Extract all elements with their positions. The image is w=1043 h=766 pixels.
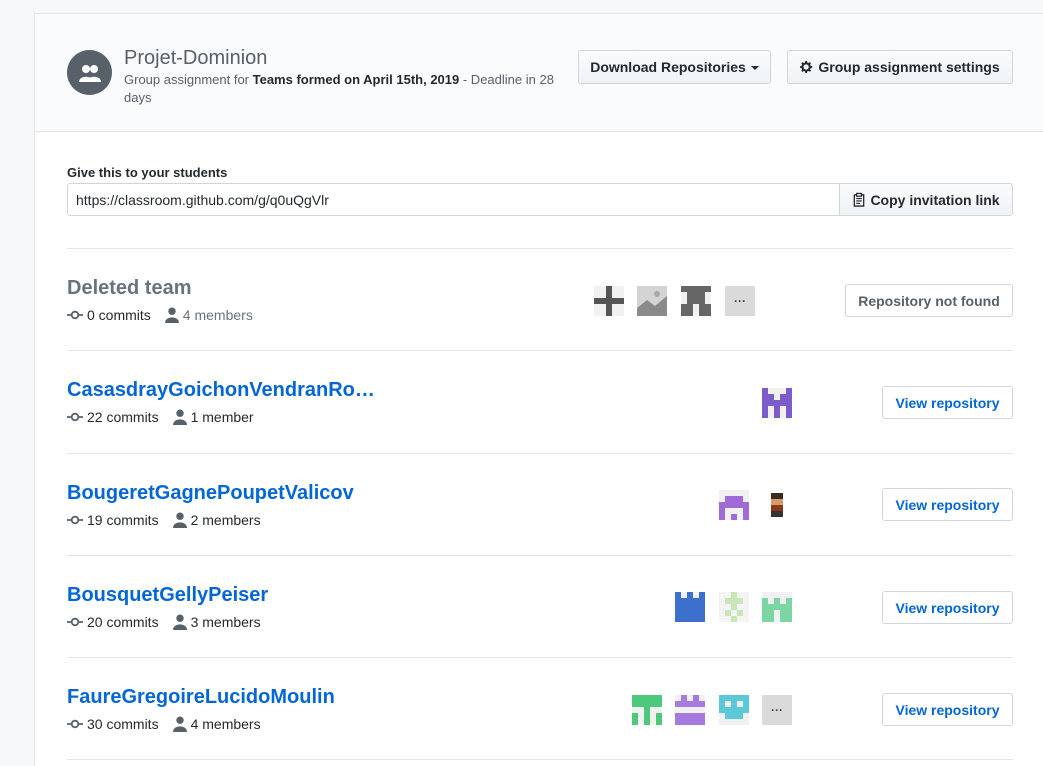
person-icon (172, 512, 187, 528)
member-avatar[interactable] (762, 388, 792, 418)
assignment-panel: Projet-Dominion Group assignment for Tea… (34, 13, 1043, 766)
divider (67, 350, 1013, 351)
member-count: 4 members (190, 716, 261, 732)
caret-down-icon (750, 65, 759, 70)
team-name-link[interactable]: BousquetGellyPeiser (67, 584, 268, 607)
team-meta: 19 commits 2 members (67, 512, 261, 528)
member-avatar[interactable] (681, 286, 711, 316)
team-set-name: Teams formed on April 15th, 2019 (252, 72, 460, 87)
group-icon (67, 50, 112, 95)
divider (67, 657, 1013, 658)
commit-count: 19 commits (87, 512, 159, 528)
commit-count: 0 commits (87, 307, 151, 323)
more-members-button[interactable]: ··· (725, 286, 755, 316)
view-repository-button[interactable]: View repository (882, 488, 1013, 521)
view-repository-button[interactable]: View repository (882, 591, 1013, 624)
member-avatar[interactable] (719, 695, 749, 725)
member-avatar[interactable] (675, 592, 705, 622)
clipboard-icon (854, 192, 865, 207)
team-name-link[interactable]: FaureGregoireLucidoMoulin (67, 686, 335, 709)
assignment-subtitle: Group assignment for Teams formed on Apr… (124, 71, 564, 107)
view-repository-button[interactable]: View repository (882, 693, 1013, 726)
member-avatar[interactable] (637, 286, 667, 316)
commit-count: 22 commits (87, 409, 159, 425)
download-label: Download Repositories (590, 59, 746, 75)
team-name-link[interactable]: CasasdrayGoichonVendranRo… (67, 379, 375, 402)
more-members-button[interactable]: ··· (762, 695, 792, 725)
team-meta: 20 commits 3 members (67, 614, 261, 630)
gear-icon (800, 60, 813, 74)
invitation-link-input[interactable] (67, 183, 840, 216)
divider (67, 759, 1013, 760)
member-count: 2 members (190, 512, 261, 528)
team-meta: 0 commits 4 members (67, 307, 253, 323)
member-avatar[interactable] (632, 695, 662, 725)
member-avatar[interactable] (675, 695, 705, 725)
member-count: 3 members (190, 614, 261, 630)
member-avatar[interactable] (594, 286, 624, 316)
assignment-header: Projet-Dominion Group assignment for Tea… (35, 14, 1043, 132)
commit-count: 20 commits (87, 614, 159, 630)
page-title: Projet-Dominion (124, 47, 268, 69)
member-avatar[interactable] (762, 592, 792, 622)
commit-icon (67, 412, 83, 422)
commit-count: 30 commits (87, 716, 159, 732)
repository-not-found-button[interactable]: Repository not found (845, 284, 1013, 317)
subtitle-prefix: Group assignment for (124, 72, 253, 87)
team-name: Deleted team (67, 277, 192, 299)
divider (67, 248, 1013, 249)
person-icon (164, 307, 179, 323)
download-repositories-button[interactable]: Download Repositories (578, 50, 771, 84)
group-assignment-settings-button[interactable]: Group assignment settings (787, 50, 1013, 84)
view-repository-button[interactable]: View repository (882, 386, 1013, 419)
commit-icon (67, 310, 83, 320)
divider (67, 453, 1013, 454)
commit-icon (67, 719, 83, 729)
member-avatar[interactable] (719, 490, 749, 520)
commit-icon (67, 515, 83, 525)
person-icon (172, 614, 187, 630)
member-avatar[interactable] (762, 490, 792, 520)
invite-label: Give this to your students (67, 165, 228, 180)
copy-invitation-link-button[interactable]: Copy invitation link (839, 183, 1013, 216)
divider (67, 555, 1013, 556)
person-icon (172, 409, 187, 425)
team-meta: 30 commits 4 members (67, 716, 261, 732)
team-meta: 22 commits 1 member (67, 409, 254, 425)
person-icon (172, 716, 187, 732)
member-count: 1 member (190, 409, 254, 425)
member-avatar[interactable] (719, 592, 749, 622)
settings-label: Group assignment settings (818, 59, 1000, 75)
team-name-link[interactable]: BougeretGagnePoupetValicov (67, 482, 354, 505)
member-count[interactable]: 4 members (183, 307, 253, 323)
commit-icon (67, 617, 83, 627)
copy-label: Copy invitation link (870, 191, 1000, 208)
